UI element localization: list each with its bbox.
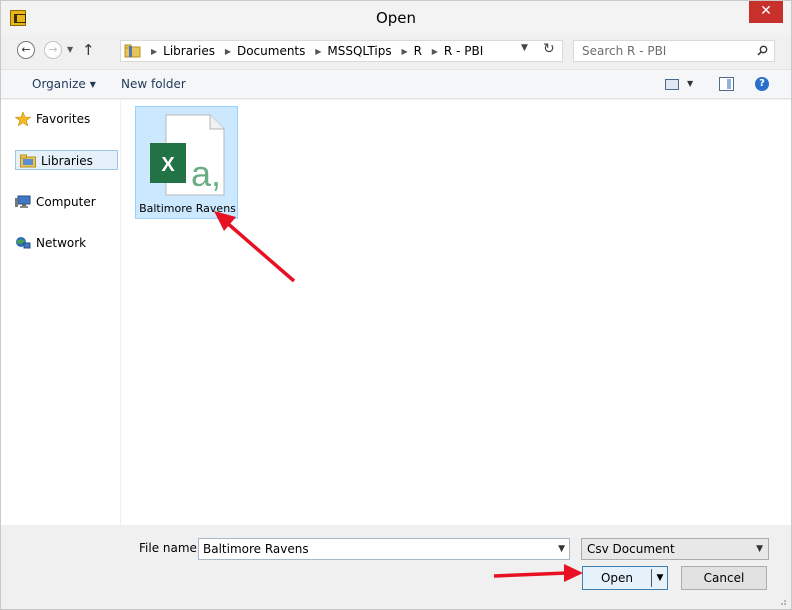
open-options-chevron-icon[interactable]: ▼ [653,570,667,586]
resize-grip-icon[interactable] [777,596,787,606]
command-bar: Organize ▼ New folder ▼ ? [1,69,791,99]
organize-label: Organize [32,77,86,91]
address-bar[interactable]: ▶ Libraries ▶ Documents ▶ MSSQLTips ▶ R ▶ R -… [120,40,563,62]
file-item[interactable]: X a, Baltimore Ravens [135,106,238,219]
sidebar-item-libraries[interactable]: Libraries [15,150,118,170]
up-arrow-icon[interactable]: ↑ [82,41,95,59]
search-input[interactable]: Search R - PBI [573,40,775,62]
breadcrumb-separator-icon: ▶ [431,47,438,56]
preview-pane-icon[interactable] [719,77,734,91]
window-title: Open [375,9,417,27]
file-name-field[interactable]: Baltimore Ravens ▼ [198,538,570,560]
libraries-icon [20,154,36,168]
svg-text:X: X [161,154,175,176]
file-name-dropdown-icon[interactable]: ▼ [558,544,565,554]
breadcrumb-item[interactable]: R - PBI [444,41,483,61]
file-list[interactable]: X a, Baltimore Ravens [121,100,791,525]
csv-excel-icon: X a, [150,114,225,196]
close-button[interactable]: ✕ [749,1,783,23]
sidebar-item-label: Libraries [41,154,93,168]
navigation-pane: Favorites Libraries Computer Network [1,100,120,525]
file-name: Baltimore Ravens [139,202,236,215]
chevron-down-icon: ▼ [756,544,763,554]
breadcrumb-item[interactable]: R [414,41,422,61]
split-divider [651,569,652,587]
open-button[interactable]: Open ▼ [582,566,668,590]
breadcrumb-item[interactable]: Libraries [163,41,215,61]
address-dropdown-icon[interactable]: ▼ [521,43,528,53]
sidebar-item-network[interactable]: Network [15,233,86,253]
organize-button[interactable]: Organize ▼ [32,77,96,91]
file-name-value: Baltimore Ravens [203,542,309,556]
new-folder-button[interactable]: New folder [121,77,186,91]
view-options-chevron-icon[interactable]: ▼ [687,79,693,88]
sidebar-item-label: Favorites [36,112,91,126]
help-icon[interactable]: ? [755,77,769,91]
breadcrumb-separator-icon: ▶ [224,47,231,56]
computer-icon [15,195,31,209]
network-icon [15,236,31,250]
open-button-label: Open [600,571,634,585]
breadcrumb-separator-icon: ▶ [151,47,158,56]
file-type-select[interactable]: Csv Document ▼ [581,538,769,560]
libraries-folder-icon [124,44,141,58]
star-icon [14,111,32,127]
chevron-down-icon: ▼ [89,80,96,89]
file-type-value: Csv Document [587,542,675,556]
change-view-icon[interactable] [665,79,679,90]
dialog-footer: File name: Baltimore Ravens ▼ Csv Docume… [1,525,791,609]
search-icon[interactable] [757,45,768,56]
title-bar: Open ✕ [1,1,791,35]
breadcrumb-separator-icon: ▶ [315,47,322,56]
svg-text:a,: a, [191,153,221,194]
refresh-icon[interactable]: ↻ [543,41,555,57]
breadcrumb-item[interactable]: MSSQLTips [327,41,391,61]
breadcrumb-item[interactable]: Documents [237,41,305,61]
sidebar-item-favorites[interactable]: Favorites [14,109,91,129]
forward-button[interactable]: → [44,41,62,59]
back-button[interactable]: ← [17,41,35,59]
recent-locations-chevron-icon[interactable]: ▼ [67,45,73,54]
open-dialog: Open ✕ ← → ▼ ↑ ▶ Libraries ▶ Documents ▶ MS… [0,0,792,610]
sidebar-item-computer[interactable]: Computer [15,192,96,212]
search-placeholder: Search R - PBI [582,44,667,58]
sidebar-item-label: Computer [36,195,96,209]
file-name-label: File name: [139,541,201,555]
breadcrumb-separator-icon: ▶ [401,47,408,56]
breadcrumb: ▶ Libraries ▶ Documents ▶ MSSQLTips ▶ R ▶ R -… [145,41,483,61]
sidebar-item-label: Network [36,236,87,250]
cancel-button[interactable]: Cancel [681,566,767,590]
